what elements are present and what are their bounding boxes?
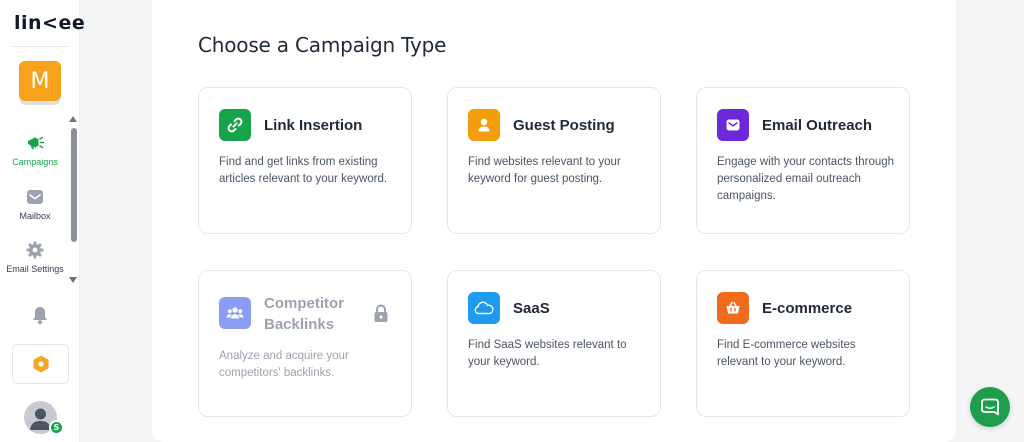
campaign-card-link-insertion[interactable]: Link Insertion Find and get links from e… [198, 87, 412, 234]
sidebar-scroll-up-arrow[interactable] [69, 116, 77, 122]
sidebar-scrollbar-thumb[interactable] [71, 128, 77, 242]
saas-cloud-icon [474, 301, 494, 315]
hexagon-icon [33, 355, 48, 373]
card-icon-badge [717, 292, 749, 324]
card-icon-badge [717, 109, 749, 141]
basket-icon [726, 301, 740, 314]
user-status-badge: S [49, 420, 64, 435]
card-description: Engage with your contacts through person… [717, 156, 895, 202]
card-description: Analyze and acquire your competitors' ba… [219, 350, 349, 379]
user-icon [478, 118, 490, 132]
card-icon-badge [468, 109, 500, 141]
gear-icon [26, 241, 44, 259]
sidebar-item-label: Campaigns [12, 157, 58, 167]
link-icon [227, 117, 243, 133]
card-description: Find and get links from existing article… [219, 156, 388, 185]
card-title: SaaS [513, 300, 550, 317]
workspace-avatar[interactable]: M [19, 61, 61, 101]
envelope-icon [726, 119, 740, 131]
campaign-card-competitor-backlinks: Competitor Backlinks Analyze and acquire… [198, 270, 412, 417]
card-description: Find E-commerce websites relevant to you… [717, 339, 856, 368]
campaign-card-saas[interactable]: SaaS Find SaaS websites relevant to your… [447, 270, 661, 417]
sidebar: lin<ee M Campaigns Mailbox Email Setting… [0, 0, 85, 442]
sidebar-scroll-down-arrow[interactable] [69, 277, 77, 283]
campaign-card-email-outreach[interactable]: Email Outreach Engage with your contacts… [696, 87, 910, 234]
sidebar-item-mailbox[interactable]: Mailbox [0, 187, 70, 221]
mail-icon [27, 190, 43, 204]
page-title: Choose a Campaign Type [198, 33, 447, 57]
card-description: Find SaaS websites relevant to your keyw… [468, 339, 627, 368]
chat-icon [981, 398, 999, 416]
card-title: Email Outreach [762, 117, 873, 134]
workspace-initial: M [30, 68, 50, 94]
chat-launcher-button[interactable] [970, 387, 1010, 427]
sidebar-item-label: Mailbox [19, 211, 51, 221]
sidebar-item-email-settings[interactable]: Email Settings [0, 240, 70, 274]
campaign-card-e-commerce[interactable]: E-commerce Find E-commerce websites rele… [696, 270, 910, 417]
card-title: E-commerce [762, 300, 853, 317]
campaign-card-guest-posting[interactable]: Guest Posting Find websites relevant to … [447, 87, 661, 234]
card-title: Guest Posting [513, 117, 615, 134]
card-icon-badge [219, 109, 251, 141]
main-panel: Choose a Campaign Type Link Insertion Fi… [152, 0, 956, 442]
card-icon-badge [468, 292, 500, 324]
megaphone-icon [28, 136, 45, 149]
upgrade-button[interactable] [12, 344, 69, 384]
logo-divider [12, 46, 68, 47]
sidebar-item-campaigns[interactable]: Campaigns [0, 133, 70, 167]
card-title: Competitor Backlinks [264, 295, 344, 333]
app-logo[interactable]: lin<ee [14, 12, 85, 34]
bell-icon[interactable] [31, 305, 49, 325]
users-icon [226, 307, 244, 319]
card-title: Link Insertion [264, 117, 363, 134]
card-icon-badge [219, 297, 251, 329]
lock-icon [374, 304, 388, 322]
card-description: Find websites relevant to your keyword f… [468, 156, 621, 185]
sidebar-item-label: Email Settings [6, 264, 64, 274]
